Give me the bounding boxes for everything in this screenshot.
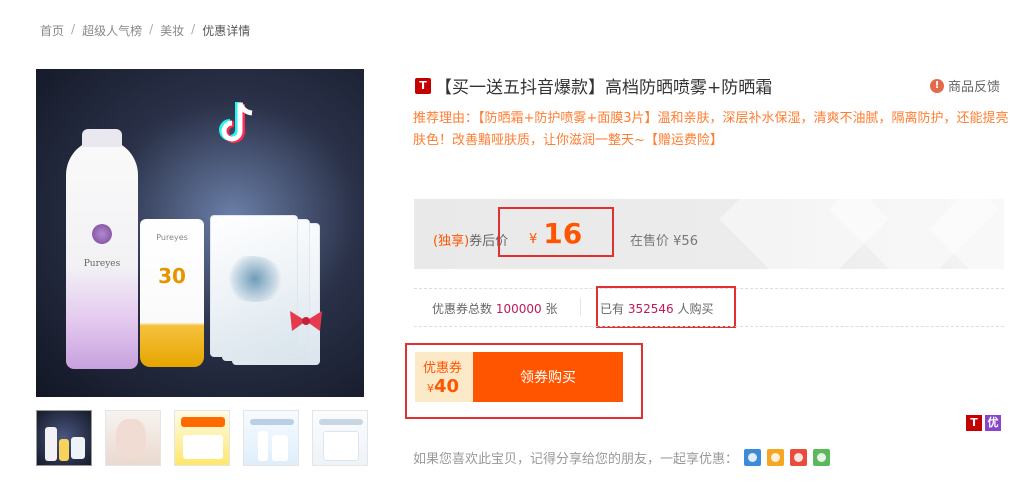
weibo-share-icon[interactable]: [790, 449, 808, 466]
breadcrumb-popular[interactable]: 超级人气榜: [82, 22, 142, 39]
tiktok-logo-icon: [219, 102, 253, 143]
thumbnail-5[interactable]: [312, 410, 368, 466]
thumbnail-strip: [36, 410, 368, 466]
tag-icons: T 优: [966, 415, 1001, 431]
thumbnail-4[interactable]: [243, 410, 299, 466]
breadcrumb-current: 优惠详情: [202, 24, 251, 38]
recommend-reason: 推荐理由：【防晒霜+防护喷雾+面膜3片】温和亲肤，深层补水保湿，清爽不油腻，隔离…: [413, 111, 1009, 148]
product-title: 【买一送五抖音爆款】高档防晒喷雾+防晒霜: [435, 78, 773, 98]
thumbnail-1[interactable]: [36, 410, 92, 466]
divider: [414, 326, 1004, 327]
feedback-link[interactable]: ! 商品反馈: [930, 76, 1000, 95]
exclusive-label: (独享): [433, 234, 470, 249]
on-sale-value: ¥56: [673, 234, 698, 249]
coupon-total-unit: 张: [545, 302, 558, 316]
breadcrumb-beauty[interactable]: 美妆: [160, 22, 184, 39]
spray-bottle-image: Pureyes: [66, 129, 138, 369]
tube-brand-label: Pureyes: [156, 233, 188, 242]
coupon-price-highlight-box: [498, 207, 614, 257]
you-tag-icon: 优: [985, 415, 1001, 431]
coupon-total-value: 100000: [495, 302, 542, 316]
spf-label: 30: [158, 264, 186, 288]
sunscreen-tube-image: Pureyes 30: [140, 219, 204, 367]
warning-icon: !: [930, 78, 944, 93]
thumbnail-2[interactable]: [105, 410, 161, 466]
tmall-badge-icon: T: [415, 77, 431, 94]
on-sale-price: 在售价 ¥56: [630, 230, 698, 249]
share-text: 如果您喜欢此宝贝，记得分享给您的朋友，一起享优惠：: [413, 452, 739, 467]
divider: [580, 298, 581, 316]
coupon-price-label: (独享)券后价: [433, 230, 508, 249]
coupon-total-stat: 优惠券总数 100000 张: [432, 300, 558, 317]
thumbnail-3[interactable]: [174, 410, 230, 466]
bottle-brand-label: Pureyes: [83, 259, 121, 269]
on-sale-label: 在售价: [630, 234, 670, 249]
breadcrumb-home[interactable]: 首页: [40, 22, 64, 39]
breadcrumb-separator: /: [71, 22, 76, 36]
wechat-share-icon[interactable]: [813, 449, 831, 466]
tmall-tag-icon: T: [966, 415, 982, 431]
feedback-label: 商品反馈: [948, 80, 1001, 95]
coupon-buy-highlight-box: [405, 343, 643, 419]
face-mask-pack-image: [210, 215, 298, 357]
qzone-share-icon[interactable]: [744, 449, 762, 466]
ribbon-icon: [290, 311, 322, 331]
bought-count-highlight-box: [596, 286, 736, 328]
product-main-image[interactable]: Pureyes Pureyes 30: [36, 69, 364, 397]
coupon-total-label: 优惠券总数: [432, 302, 493, 316]
breadcrumb: 首页 / 超级人气榜 / 美妆 / 优惠详情: [40, 22, 250, 39]
breadcrumb-separator: /: [191, 22, 196, 36]
star-share-icon[interactable]: [767, 449, 785, 466]
breadcrumb-separator: /: [149, 22, 154, 36]
share-bar: 如果您喜欢此宝贝，记得分享给您的朋友，一起享优惠：: [413, 448, 831, 467]
